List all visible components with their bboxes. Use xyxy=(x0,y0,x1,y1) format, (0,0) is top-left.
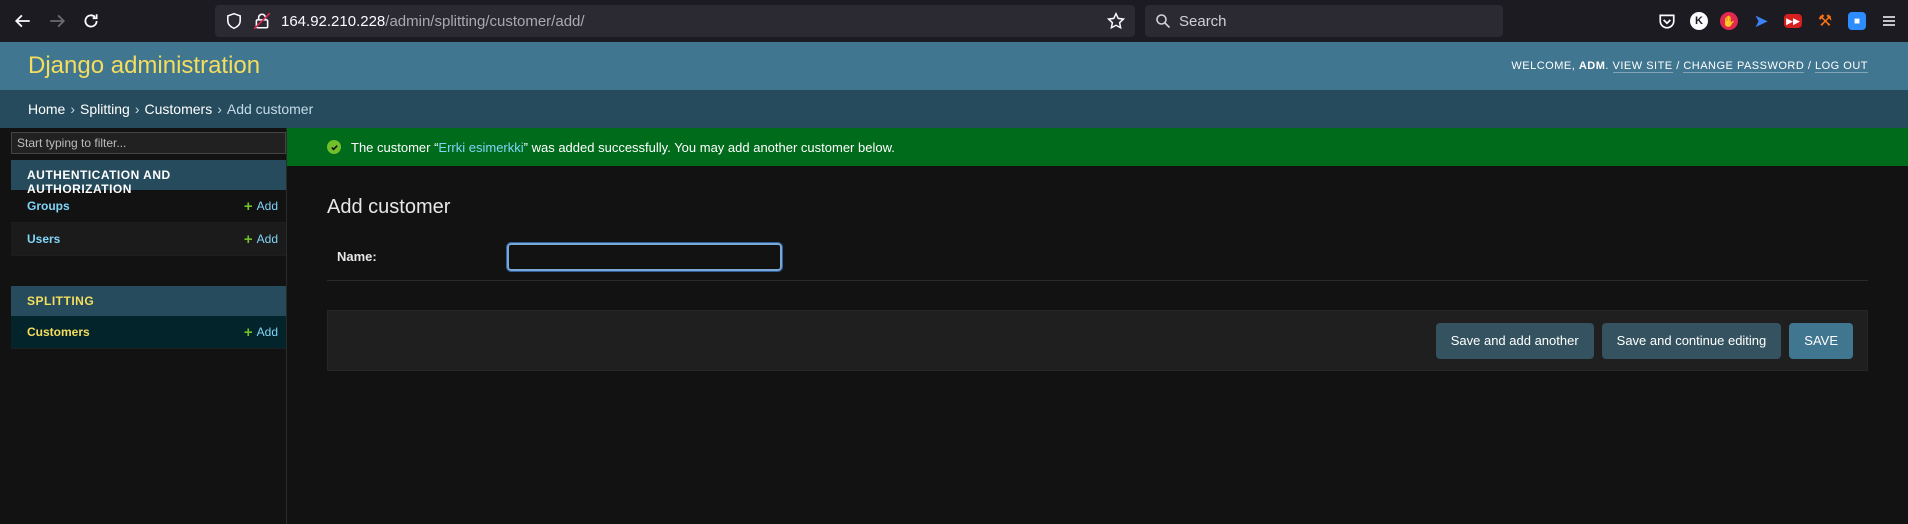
message-text: The customer “Errki esimerkki” was added… xyxy=(351,139,895,155)
insecure-lock-icon[interactable] xyxy=(253,12,271,30)
welcome-text: WELCOME, xyxy=(1511,60,1576,72)
nav-sidebar: AUTHENTICATION AND AUTHORIZATION Groups … xyxy=(0,128,287,524)
tool-extension-icon[interactable]: ⚒ xyxy=(1814,10,1836,32)
sidebar-item-customers: Customers + Add xyxy=(11,316,286,349)
browser-toolbar: 164.92.210.228/admin/splitting/customer/… xyxy=(0,0,1908,42)
reload-icon[interactable] xyxy=(74,4,108,38)
module-caption-auth[interactable]: AUTHENTICATION AND AUTHORIZATION xyxy=(11,160,286,196)
main-container: AUTHENTICATION AND AUTHORIZATION Groups … xyxy=(0,128,1908,524)
customers-add-link[interactable]: + Add xyxy=(244,325,278,340)
success-message: The customer “Errki esimerkki” was added… xyxy=(287,128,1908,166)
breadcrumb-splitting[interactable]: Splitting xyxy=(80,101,130,117)
search-icon xyxy=(1156,14,1171,29)
shield-icon[interactable] xyxy=(225,12,243,30)
module-auth: AUTHENTICATION AND AUTHORIZATION Groups … xyxy=(11,160,286,256)
save-and-add-another-button[interactable]: Save and add another xyxy=(1435,322,1594,359)
search-bar[interactable]: Search xyxy=(1145,5,1503,37)
submit-row: Save and add another Save and continue e… xyxy=(327,310,1868,371)
k-extension-icon[interactable]: K xyxy=(1690,12,1708,30)
change-password-link[interactable]: CHANGE PASSWORD xyxy=(1683,60,1805,73)
back-arrow-icon[interactable] xyxy=(6,4,40,38)
groups-add-link[interactable]: + Add xyxy=(244,199,278,214)
menu-hamburger-icon[interactable] xyxy=(1878,10,1900,32)
page-title: Add customer xyxy=(327,196,451,218)
content: Add customer Name: Save and add another … xyxy=(287,196,1908,371)
zoom-extension-icon[interactable]: ■ xyxy=(1848,12,1866,30)
url-text: 164.92.210.228/admin/splitting/customer/… xyxy=(281,12,585,30)
log-out-link[interactable]: LOG OUT xyxy=(1814,60,1868,73)
search-placeholder: Search xyxy=(1179,12,1227,30)
breadcrumb: Home › Splitting › Customers › Add custo… xyxy=(0,90,1908,128)
admin-header: Django administration WELCOME, ADM. VIEW… xyxy=(0,42,1908,90)
customers-link[interactable]: Customers xyxy=(27,325,90,339)
extension-icons: K ✋ ➤ ▶▶ ⚒ ■ xyxy=(1656,0,1900,42)
site-branding[interactable]: Django administration xyxy=(28,52,260,80)
nav-filter-input[interactable] xyxy=(11,132,286,154)
breadcrumb-home[interactable]: Home xyxy=(28,101,65,117)
address-bar[interactable]: 164.92.210.228/admin/splitting/customer/… xyxy=(215,5,1135,37)
name-field[interactable] xyxy=(506,241,783,272)
view-site-link[interactable]: VIEW SITE xyxy=(1612,60,1673,73)
plus-icon: + xyxy=(243,323,253,341)
username: ADM xyxy=(1578,60,1606,72)
name-label: Name: xyxy=(337,249,377,264)
content-area: The customer “Errki esimerkki” was added… xyxy=(287,128,1908,524)
plus-icon: + xyxy=(243,197,253,215)
success-check-icon xyxy=(327,140,341,154)
added-customer-link[interactable]: Errki esimerkki xyxy=(438,140,523,155)
user-tools: WELCOME, ADM. VIEW SITE / CHANGE PASSWOR… xyxy=(1511,60,1868,73)
breadcrumb-current: Add customer xyxy=(226,101,314,117)
sidebar-item-users: Users + Add xyxy=(11,223,286,256)
save-and-continue-button[interactable]: Save and continue editing xyxy=(1601,322,1782,359)
groups-link[interactable]: Groups xyxy=(27,199,70,213)
module-splitting: SPLITTING Customers + Add xyxy=(11,286,286,349)
save-button[interactable]: SAVE xyxy=(1789,322,1853,359)
forward-arrow-icon[interactable] xyxy=(40,4,74,38)
users-add-link[interactable]: + Add xyxy=(244,232,278,247)
bookmark-star-icon[interactable] xyxy=(1106,11,1126,30)
form-row-name: Name: xyxy=(327,237,1868,281)
cursor-icon[interactable]: ➤ xyxy=(1750,10,1772,32)
pocket-icon[interactable] xyxy=(1656,10,1678,32)
plus-icon: + xyxy=(243,230,253,248)
module-caption-splitting[interactable]: SPLITTING xyxy=(11,286,286,316)
users-link[interactable]: Users xyxy=(27,232,60,246)
video-extension-icon[interactable]: ▶▶ xyxy=(1784,14,1802,28)
breadcrumb-customers[interactable]: Customers xyxy=(145,101,213,117)
hand-stop-icon[interactable]: ✋ xyxy=(1720,12,1738,30)
